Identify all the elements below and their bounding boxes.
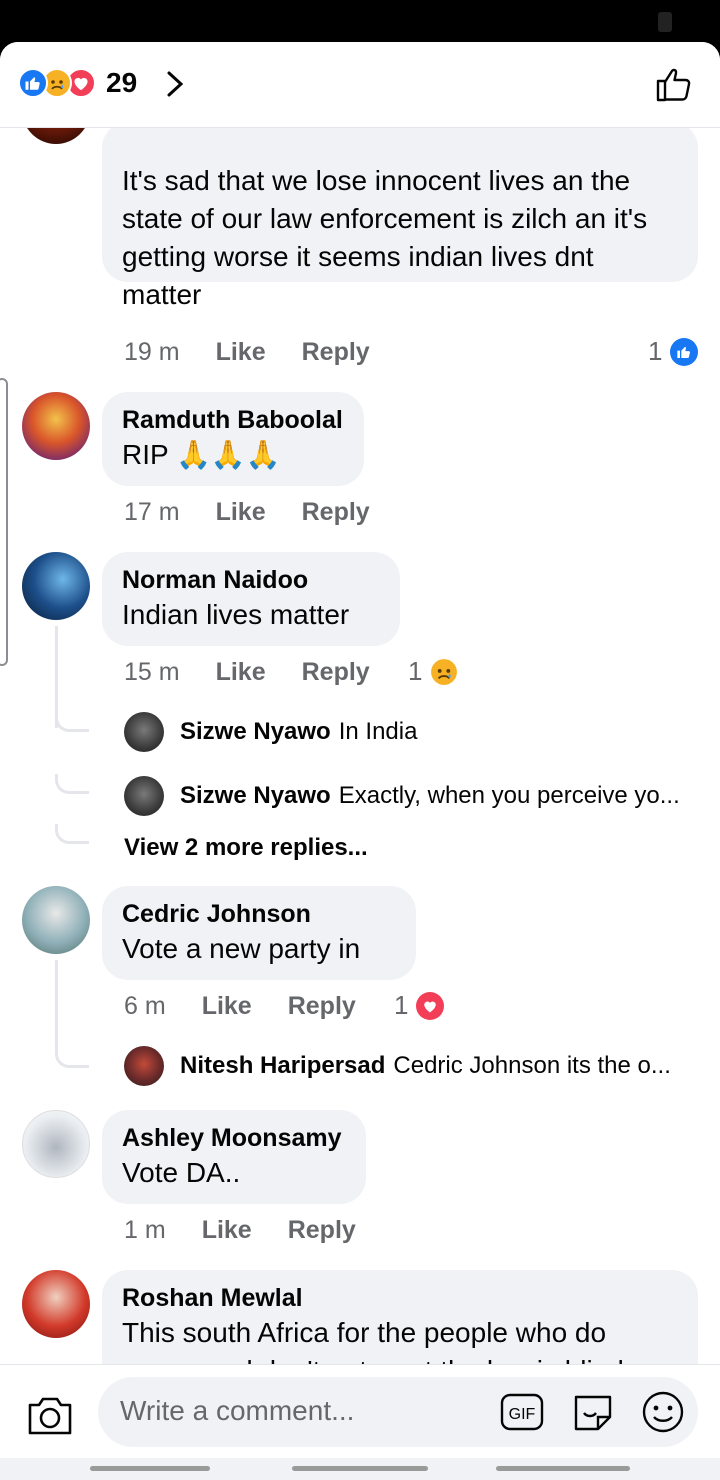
commenter-name[interactable]: Ramduth Baboolal xyxy=(122,404,344,436)
reply-item[interactable]: Sizwe Nyawo Exactly, when you perceive y… xyxy=(180,774,700,818)
system-nav-bar xyxy=(0,1458,720,1480)
camera-icon[interactable] xyxy=(26,1393,74,1437)
avatar[interactable] xyxy=(22,392,90,460)
comments-feed[interactable]: It's sad that we lose innocent lives an … xyxy=(0,128,720,1364)
comment-bubble: Ramduth Baboolal RIP 🙏🙏🙏 xyxy=(102,392,364,486)
reply-text: Cedric Johnson its the o... xyxy=(393,1052,671,1079)
like-icon xyxy=(18,68,48,98)
comment-text: Vote a new party in xyxy=(122,933,361,964)
like-post-button[interactable] xyxy=(654,64,694,104)
comment-text: Vote DA.. xyxy=(122,1157,241,1188)
comment-text: RIP 🙏🙏🙏 xyxy=(122,439,281,470)
love-icon xyxy=(416,991,445,1020)
like-button[interactable]: Like xyxy=(202,992,252,1021)
comments-sheet: 29 It's sad that we lose innocent lives … xyxy=(0,42,720,1480)
comment-time: 19 m xyxy=(124,338,180,366)
like-button[interactable]: Like xyxy=(202,1216,252,1245)
like-icon xyxy=(670,337,699,366)
sticker-icon[interactable] xyxy=(570,1389,616,1435)
comment-time: 6 m xyxy=(124,992,166,1020)
comment-actions: 6 m Like Reply xyxy=(124,992,392,1021)
emoji-icon[interactable] xyxy=(640,1389,686,1435)
nav-home[interactable] xyxy=(292,1466,428,1471)
status-bar xyxy=(0,0,720,44)
reactions-summary[interactable]: 29 xyxy=(18,66,137,100)
commenter-name[interactable]: Norman Naidoo xyxy=(122,564,380,596)
commenter-name[interactable]: Cedric Johnson xyxy=(122,898,396,930)
avatar[interactable] xyxy=(124,776,164,816)
thread-connector xyxy=(55,712,89,732)
comment-actions: 19 m Like Reply xyxy=(124,338,406,367)
comment-actions: 1 m Like Reply xyxy=(124,1216,392,1245)
comment-reaction-count[interactable]: 1 xyxy=(408,656,458,687)
reply-author[interactable]: Nitesh Haripersad xyxy=(180,1052,385,1080)
comment-time: 17 m xyxy=(124,498,180,526)
avatar[interactable] xyxy=(22,1270,90,1338)
comment-placeholder: Write a comment... xyxy=(120,1395,355,1426)
comment-bubble: Norman Naidoo Indian lives matter xyxy=(102,552,400,646)
like-button[interactable]: Like xyxy=(216,338,266,367)
nav-recents[interactable] xyxy=(496,1466,630,1471)
reply-author[interactable]: Sizwe Nyawo xyxy=(180,718,331,746)
reply-button[interactable]: Reply xyxy=(288,992,356,1021)
commenter-name[interactable]: Ashley Moonsamy xyxy=(122,1122,346,1154)
comment-bubble: Ashley Moonsamy Vote DA.. xyxy=(102,1110,366,1204)
chevron-right-icon[interactable] xyxy=(164,70,186,98)
comment-reaction-count[interactable]: 1 xyxy=(648,336,699,367)
reply-text: In India xyxy=(338,718,418,745)
reply-button[interactable]: Reply xyxy=(302,498,370,527)
like-button[interactable]: Like xyxy=(216,498,266,527)
comment-actions: 15 m Like Reply xyxy=(124,658,406,687)
gif-label: GIF xyxy=(509,1406,536,1423)
commenter-name[interactable]: Roshan Mewlal xyxy=(122,1282,678,1314)
thread-connector xyxy=(55,824,89,844)
avatar[interactable] xyxy=(22,552,90,620)
reactions-header: 29 xyxy=(0,42,720,128)
comment-time: 1 m xyxy=(124,1216,166,1244)
reply-item[interactable]: Nitesh Haripersad Cedric Johnson its the… xyxy=(180,1044,700,1088)
reply-text: Exactly, when you perceive yo... xyxy=(338,782,680,809)
avatar[interactable] xyxy=(22,128,90,144)
comment-bubble: Roshan Mewlal This south Africa for the … xyxy=(102,1270,698,1364)
reply-button[interactable]: Reply xyxy=(288,1216,356,1245)
thread-connector xyxy=(55,1048,89,1068)
reaction-number: 1 xyxy=(648,336,663,366)
comment-text: Indian lives matter xyxy=(122,599,350,630)
reaction-number: 1 xyxy=(394,990,409,1020)
reaction-number: 1 xyxy=(408,656,423,686)
avatar[interactable] xyxy=(22,1110,90,1178)
avatar[interactable] xyxy=(124,1046,164,1086)
nav-back[interactable] xyxy=(90,1466,210,1471)
thread-line xyxy=(55,960,58,1050)
comment-reaction-count[interactable]: 1 xyxy=(394,990,445,1021)
reply-button[interactable]: Reply xyxy=(302,338,370,367)
avatar[interactable] xyxy=(124,712,164,752)
comment-time: 15 m xyxy=(124,658,180,686)
avatar[interactable] xyxy=(22,886,90,954)
comment-actions: 17 m Like Reply xyxy=(124,498,406,527)
comment-text: This south Africa for the people who do … xyxy=(122,1317,624,1364)
scroll-handle[interactable] xyxy=(0,378,8,666)
reply-button[interactable]: Reply xyxy=(302,658,370,687)
reaction-count: 29 xyxy=(106,67,138,98)
view-more-replies-link[interactable]: View 2 more replies... xyxy=(124,834,368,862)
like-button[interactable]: Like xyxy=(216,658,266,687)
comment-bubble: Cedric Johnson Vote a new party in xyxy=(102,886,416,980)
reply-item[interactable]: Sizwe Nyawo In India xyxy=(180,710,700,754)
comment-text: It's sad that we lose innocent lives an … xyxy=(122,165,648,310)
sad-icon xyxy=(430,658,458,686)
comment-bubble: It's sad that we lose innocent lives an … xyxy=(102,128,698,310)
gif-icon[interactable]: GIF xyxy=(500,1393,544,1431)
reply-author[interactable]: Sizwe Nyawo xyxy=(180,782,331,810)
comment-input[interactable]: Write a comment... GIF xyxy=(98,1377,698,1447)
notification-icon xyxy=(658,12,672,32)
thread-connector xyxy=(55,774,89,794)
